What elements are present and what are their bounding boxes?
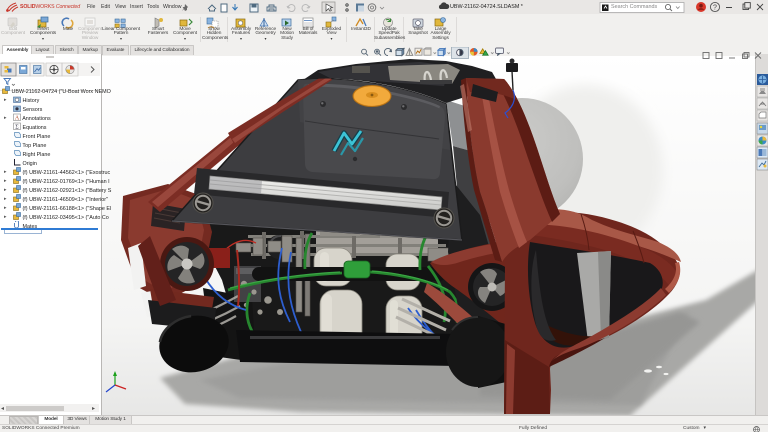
svg-text:?: ?	[713, 4, 717, 11]
svg-text:A: A	[15, 116, 20, 122]
svg-text:Σ: Σ	[15, 125, 19, 131]
